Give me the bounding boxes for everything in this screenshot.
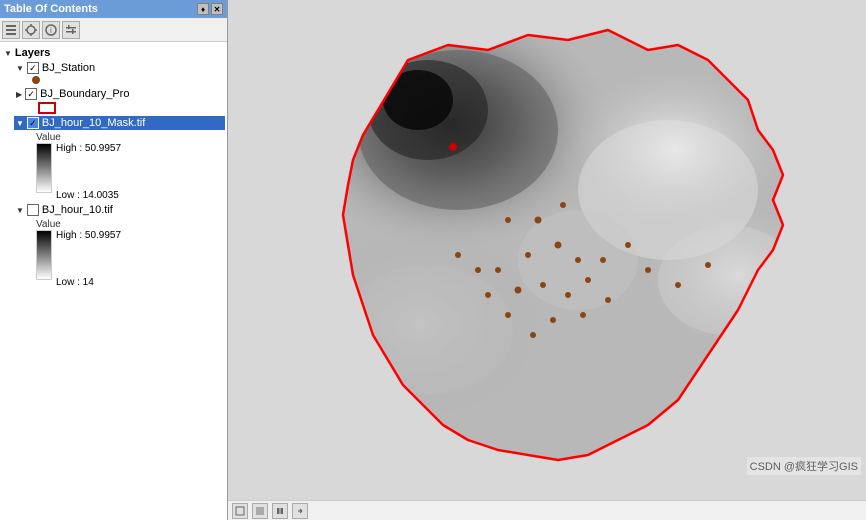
hour10-checkbox[interactable] — [27, 204, 39, 216]
toc-toolbar: i — [0, 18, 227, 42]
status-btn-arrow[interactable] — [292, 503, 308, 519]
station-point — [505, 217, 511, 223]
mask-legend: Value High : 50.9957 Low : 14.0035 — [16, 130, 223, 201]
toc-layers-label: Layers — [15, 47, 50, 59]
bj-boundary-expand: ▶ — [16, 90, 22, 99]
station-point — [645, 267, 651, 273]
station-point — [600, 257, 606, 263]
station-point — [505, 312, 511, 318]
hour10-high-label: High : 50.9957 — [56, 230, 121, 241]
mask-gradient-container — [36, 143, 52, 193]
toc-titlebar-controls: ♦ ✕ — [197, 3, 223, 15]
toc-panel: Table Of Contents ♦ ✕ i ▼ L — [0, 0, 228, 520]
bj-boundary-icon — [38, 102, 56, 114]
hour10-expand: ▼ — [16, 206, 24, 215]
status-btn-pause[interactable] — [272, 503, 288, 519]
bj-station-label: BJ_Station — [42, 62, 95, 74]
hour10-value-label: Value — [32, 217, 223, 230]
mask-low-label: Low : 14.0035 — [56, 190, 121, 201]
bj-boundary-label: BJ_Boundary_Pro — [40, 88, 129, 100]
mask-label: BJ_hour_10_Mask.tif — [42, 117, 145, 129]
mask-value-label: Value — [32, 130, 223, 143]
toc-toolbar-btn-3[interactable]: i — [42, 21, 60, 39]
station-point — [525, 252, 531, 258]
toc-pin-btn[interactable]: ♦ — [197, 3, 209, 15]
hour10-legend: Value High : 50.9957 Low : 14 — [16, 217, 223, 288]
station-point — [575, 257, 581, 263]
station-point — [475, 267, 481, 273]
mask-high-label: High : 50.9957 — [56, 143, 121, 154]
watermark: CSDN @疯狂学习GIS — [747, 457, 861, 475]
hour10-low-label: Low : 14 — [56, 277, 121, 288]
map-svg — [228, 0, 866, 500]
station-point — [580, 312, 586, 318]
layer-item-bj-station: ▼ BJ_Station — [0, 60, 227, 86]
toc-toolbar-btn-1[interactable] — [2, 21, 20, 39]
layer-item-bj-boundary: ▶ BJ_Boundary_Pro — [0, 86, 227, 115]
app-container: Table Of Contents ♦ ✕ i ▼ L — [0, 0, 866, 520]
mask-checkbox[interactable] — [27, 117, 39, 129]
station-point — [455, 252, 461, 258]
hour10-gradient-container — [36, 230, 52, 280]
toc-title: Table Of Contents — [4, 3, 98, 15]
mask-legend-labels: High : 50.9957 Low : 14.0035 — [56, 143, 121, 201]
bj-station-dot-icon — [32, 76, 40, 84]
toc-content: ▼ Layers ▼ BJ_Station ▶ — [0, 42, 227, 520]
bj-boundary-checkbox[interactable] — [25, 88, 37, 100]
status-btn-2[interactable] — [252, 503, 268, 519]
hour10-legend-labels: High : 50.9957 Low : 14 — [56, 230, 121, 288]
station-point — [565, 292, 571, 298]
map-area[interactable]: CSDN @疯狂学习GIS — [228, 0, 866, 500]
bj-station-checkbox[interactable] — [27, 62, 39, 74]
hour10-label: BJ_hour_10.tif — [42, 204, 113, 216]
toc-toolbar-btn-4[interactable] — [62, 21, 80, 39]
station-point — [675, 282, 681, 288]
mask-expand: ▼ — [16, 119, 24, 128]
bj-station-sublayer — [16, 75, 223, 85]
hour10-gradient-bar — [36, 230, 52, 280]
station-point — [535, 217, 542, 224]
toc-layers-header[interactable]: ▼ Layers — [0, 46, 227, 60]
station-point — [550, 317, 556, 323]
station-point — [560, 202, 566, 208]
station-point — [585, 277, 591, 283]
layer-item-mask: ▼ BJ_hour_10_Mask.tif Value High : 50.99… — [0, 115, 227, 202]
station-point — [555, 242, 562, 249]
bj-station-expand: ▼ — [16, 64, 24, 73]
toc-titlebar: Table Of Contents ♦ ✕ — [0, 0, 227, 18]
layers-expand-icon: ▼ — [4, 49, 12, 58]
toc-toolbar-btn-2[interactable] — [22, 21, 40, 39]
layer-row-mask[interactable]: ▼ BJ_hour_10_Mask.tif — [14, 116, 225, 130]
layer-item-hour10: ▼ BJ_hour_10.tif Value High : 50.9957 Lo… — [0, 202, 227, 289]
station-point — [625, 242, 631, 248]
station-point — [485, 292, 491, 298]
status-left — [232, 503, 308, 519]
hour10-legend-content: High : 50.9957 Low : 14 — [32, 230, 223, 288]
layer-row-hour10[interactable]: ▼ BJ_hour_10.tif — [16, 203, 223, 217]
station-point — [540, 282, 546, 288]
station-point — [605, 297, 611, 303]
status-btn-1[interactable] — [232, 503, 248, 519]
station-point — [515, 287, 522, 294]
station-center-point — [449, 143, 457, 151]
toc-close-btn[interactable]: ✕ — [211, 3, 223, 15]
station-point — [705, 262, 711, 268]
station-point — [530, 332, 536, 338]
mask-gradient-bar — [36, 143, 52, 193]
mask-legend-content: High : 50.9957 Low : 14.0035 — [32, 143, 223, 201]
bj-boundary-legend — [16, 101, 223, 114]
station-point — [495, 267, 501, 273]
svg-text:i: i — [50, 26, 52, 35]
layer-row-bj-station[interactable]: ▼ BJ_Station — [16, 61, 223, 75]
status-bar — [228, 500, 866, 520]
layer-row-bj-boundary[interactable]: ▶ BJ_Boundary_Pro — [16, 87, 223, 101]
